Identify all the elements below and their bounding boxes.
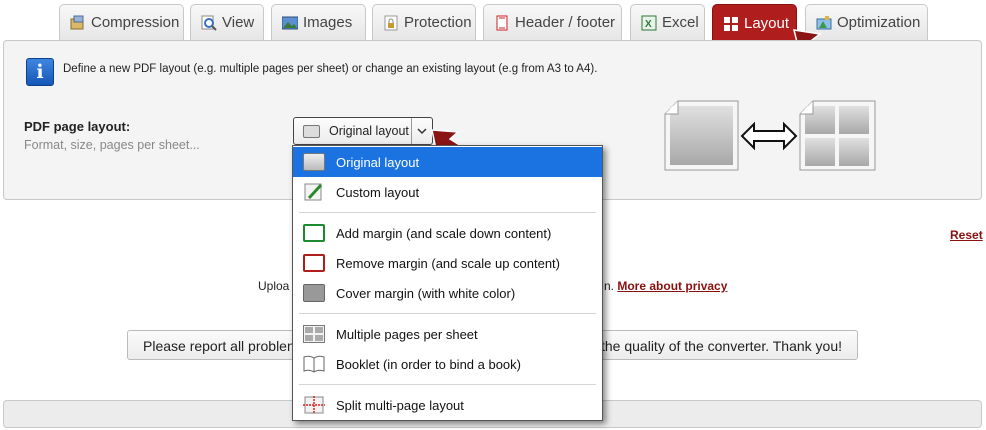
option-booklet[interactable]: Booklet (in order to bind a book) <box>293 349 602 379</box>
menu-separator <box>299 313 596 314</box>
info-text: Define a new PDF layout (e.g. multiple p… <box>63 63 598 75</box>
report-text-right: the quality of the converter. Thank you! <box>601 338 843 354</box>
tab-layout[interactable]: Layout <box>712 4 797 42</box>
menu-separator <box>299 384 596 385</box>
option-label: Custom layout <box>336 184 420 200</box>
tab-protection[interactable]: Protection <box>372 4 476 40</box>
original-layout-icon <box>303 153 325 171</box>
layout-dropdown-menu: Original layout Custom layout Add margin… <box>292 145 603 421</box>
original-layout-icon <box>303 124 320 138</box>
tab-excel[interactable]: X Excel <box>630 4 705 40</box>
option-label: Booklet (in order to bind a book) <box>336 356 521 372</box>
option-label: Original layout <box>336 154 420 170</box>
tab-label: Header / footer <box>515 14 616 31</box>
field-label: PDF page layout: <box>24 119 131 134</box>
privacy-text-fragment: n. <box>604 279 615 293</box>
option-label: Cover margin (with white color) <box>336 285 516 301</box>
pdf-layout-select[interactable]: Original layout <box>293 117 433 145</box>
option-cover-margin[interactable]: Cover margin (with white color) <box>293 278 602 308</box>
multiple-pages-icon <box>303 325 325 343</box>
option-split-layout[interactable]: Split multi-page layout <box>293 390 602 420</box>
custom-layout-icon <box>303 183 325 201</box>
option-multiple-pages[interactable]: Multiple pages per sheet <box>293 319 602 349</box>
tab-label: View <box>222 14 255 31</box>
option-original-layout[interactable]: Original layout <box>293 147 602 177</box>
layout-icon <box>723 16 739 32</box>
option-add-margin[interactable]: Add margin (and scale down content) <box>293 218 602 248</box>
tab-header-footer[interactable]: Header / footer <box>483 4 622 40</box>
images-icon <box>281 15 299 31</box>
view-icon <box>201 15 217 31</box>
excel-icon: X <box>641 15 657 31</box>
tab-label: Compression <box>91 14 180 31</box>
tab-compression[interactable]: Compression <box>59 4 184 40</box>
add-margin-icon <box>303 224 325 242</box>
remove-margin-icon <box>303 254 325 272</box>
menu-separator <box>299 212 596 213</box>
booklet-icon <box>303 355 325 373</box>
tab-label: Excel <box>662 14 699 31</box>
compression-icon <box>70 15 86 31</box>
option-remove-margin[interactable]: Remove margin (and scale up content) <box>293 248 602 278</box>
tab-label: Protection <box>404 14 472 31</box>
reset-link[interactable]: Reset <box>950 228 983 242</box>
tab-label: Images <box>303 14 353 31</box>
cover-margin-icon <box>303 284 325 302</box>
info-icon: i <box>26 58 54 86</box>
privacy-text: n. More about privacy <box>604 279 727 293</box>
field-description: Format, size, pages per sheet... <box>24 138 200 152</box>
option-label: Remove margin (and scale up content) <box>336 255 561 271</box>
privacy-link[interactable]: More about privacy <box>617 279 727 293</box>
option-custom-layout[interactable]: Custom layout <box>293 177 602 207</box>
select-value: Original layout <box>329 124 409 138</box>
tab-label: Optimization <box>837 14 921 31</box>
header-footer-icon <box>494 15 510 31</box>
tab-label: Layout <box>744 15 790 32</box>
upload-text-fragment: Uploa <box>258 279 290 293</box>
tab-images[interactable]: Images <box>271 4 366 40</box>
option-label: Multiple pages per sheet <box>336 326 478 342</box>
svg-text:X: X <box>645 19 652 30</box>
option-label: Split multi-page layout <box>336 397 464 413</box>
split-layout-icon <box>303 396 325 414</box>
report-text-left: Please report all problen <box>143 338 295 354</box>
tab-view[interactable]: View <box>190 4 264 40</box>
protection-icon <box>383 15 399 31</box>
option-label: Add margin (and scale down content) <box>336 225 552 241</box>
layout-illustration-icon <box>664 100 876 171</box>
